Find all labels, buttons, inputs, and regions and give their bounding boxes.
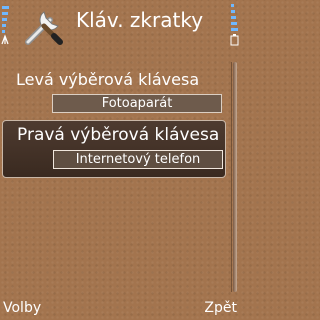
setting-right-softkey[interactable]: Pravá výběrová klávesa Internetový telef… [2,120,226,178]
back-softkey[interactable]: Zpět [204,300,237,316]
page-title: Kláv. zkratky [76,8,204,32]
settings-list: Levá výběrová klávesa Fotoaparát Pravá v… [0,62,226,178]
wrench-screwdriver-icon [25,11,63,45]
setting-left-softkey[interactable]: Levá výběrová klávesa Fotoaparát [0,62,226,120]
options-softkey[interactable]: Volby [3,300,41,316]
setting-value-field[interactable]: Fotoaparát [52,94,222,113]
battery-level-icon [230,4,239,46]
softkey-bar: Volby Zpět [0,294,240,320]
signal-strength-icon [1,6,9,45]
scrollbar-thumb[interactable] [233,62,237,292]
setting-value-field[interactable]: Internetový telefon [53,150,223,169]
scrollbar[interactable] [231,62,237,292]
setting-label: Pravá výběrová klávesa [17,125,220,145]
setting-label: Levá výběrová klávesa [16,70,200,89]
